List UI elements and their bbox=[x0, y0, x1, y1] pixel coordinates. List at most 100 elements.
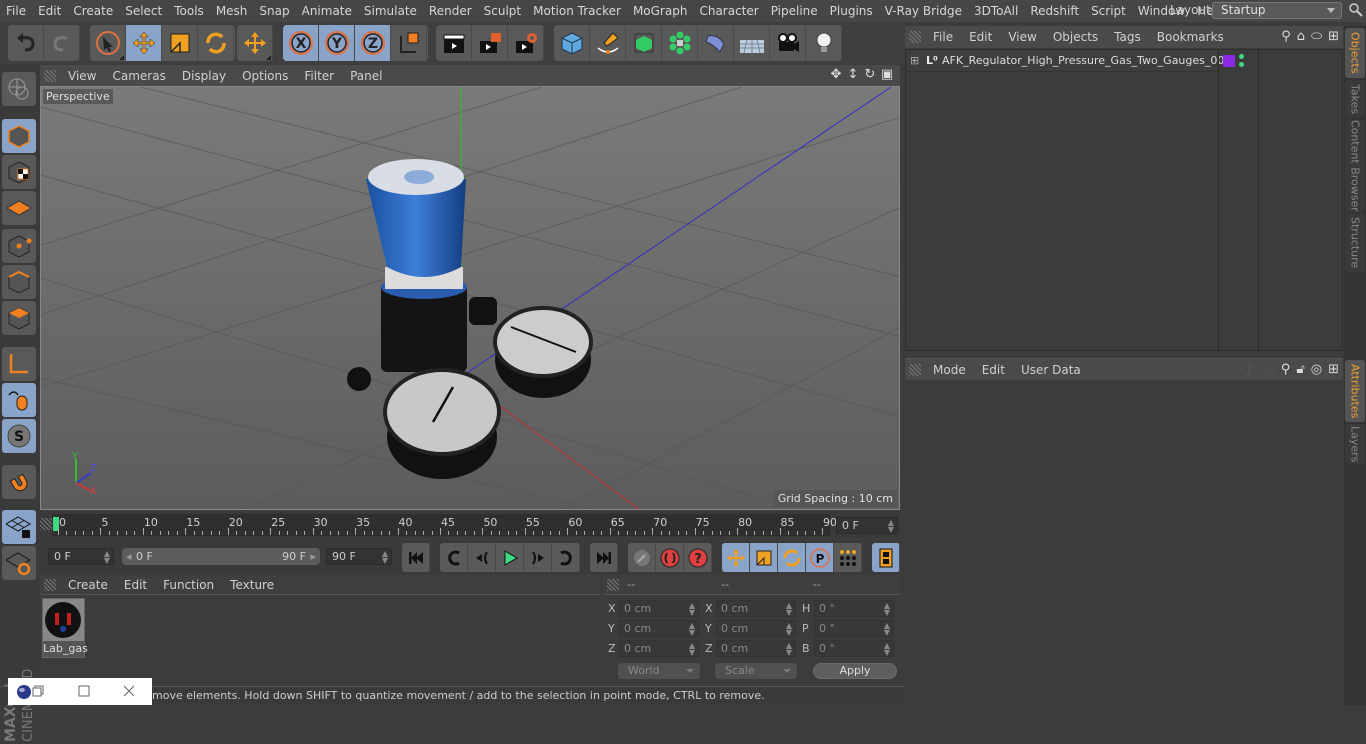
menu-3dtoall[interactable]: 3DToAll bbox=[968, 4, 1024, 18]
edges-mode-button[interactable] bbox=[2, 265, 36, 299]
live-selection-button[interactable] bbox=[90, 25, 126, 61]
menu-file[interactable]: File bbox=[0, 4, 32, 18]
expand-icon[interactable]: ⊞ bbox=[910, 50, 919, 72]
model-mode-button[interactable] bbox=[2, 119, 36, 153]
viewport-menu-panel[interactable]: Panel bbox=[342, 69, 390, 83]
new-panel-icon[interactable]: ⊞ bbox=[1328, 362, 1339, 377]
undo-button[interactable] bbox=[8, 25, 44, 61]
tab-takes[interactable]: Takes bbox=[1345, 80, 1365, 118]
pan-icon[interactable]: ✥ bbox=[829, 68, 843, 82]
timeline-ruler[interactable]: 0 5 10 15 20 25 30 35 40 45 50 55 60 65 70 75 80 85 90 bbox=[52, 514, 837, 536]
panel-grip[interactable] bbox=[44, 69, 56, 82]
spinner-icon[interactable]: ▲ ▼ bbox=[104, 550, 110, 565]
spinner-icon[interactable]: ▲ ▼ bbox=[884, 622, 890, 637]
menu-mograph[interactable]: MoGraph bbox=[627, 4, 694, 18]
viewport-menu-options[interactable]: Options bbox=[234, 69, 296, 83]
render-settings-button[interactable] bbox=[508, 25, 544, 61]
menu-plugins[interactable]: Plugins bbox=[824, 4, 879, 18]
search-icon[interactable]: ⚲ bbox=[1281, 29, 1291, 44]
lock-icon[interactable]: 🔓︎ bbox=[1296, 362, 1304, 377]
cube-button[interactable] bbox=[554, 25, 590, 61]
spinner-icon[interactable]: ▲ ▼ bbox=[786, 642, 792, 657]
key-pla-button[interactable] bbox=[834, 543, 862, 572]
current-frame-field[interactable]: 0 F ▲ ▼ bbox=[836, 517, 898, 534]
home-icon[interactable]: ⌂ bbox=[1297, 29, 1305, 44]
spinner-icon[interactable]: ▲ ▼ bbox=[689, 622, 695, 637]
rot-h-field[interactable]: 0 ° ▲ ▼ bbox=[814, 600, 894, 617]
y-axis-lock-button[interactable]: Y bbox=[319, 25, 355, 61]
up-arrow-icon[interactable]: △ bbox=[1265, 362, 1275, 377]
maximize-view-icon[interactable]: ▣ bbox=[880, 68, 894, 82]
search-icon[interactable]: ⚲ bbox=[1281, 362, 1291, 377]
timeline-window-button[interactable] bbox=[872, 543, 900, 572]
restore-icon[interactable] bbox=[32, 685, 44, 697]
camera-button[interactable] bbox=[770, 25, 806, 61]
workplane-align-button[interactable] bbox=[2, 546, 36, 580]
menu-edit[interactable]: Edit bbox=[32, 4, 67, 18]
pos-y-field[interactable]: 0 cm ▲ ▼ bbox=[619, 620, 699, 637]
key-rotation-button[interactable] bbox=[778, 543, 806, 572]
pos-x-field[interactable]: 0 cm ▲ ▼ bbox=[619, 600, 699, 617]
search-icon[interactable] bbox=[1349, 3, 1363, 17]
dolly-icon[interactable]: ↕ bbox=[846, 68, 860, 82]
editor-visibility-dot[interactable] bbox=[1239, 54, 1244, 59]
object-menu-tags[interactable]: Tags bbox=[1106, 30, 1149, 44]
floor-button[interactable] bbox=[734, 25, 770, 61]
z-axis-lock-button[interactable]: Z bbox=[355, 25, 391, 61]
panel-grip[interactable] bbox=[909, 363, 921, 376]
material-item[interactable]: Lab_gas bbox=[42, 598, 88, 658]
render-visibility-dot[interactable] bbox=[1239, 62, 1244, 67]
material-menu-function[interactable]: Function bbox=[155, 578, 222, 592]
record-keys-button[interactable] bbox=[628, 543, 656, 572]
size-mode-dropdown[interactable]: Scale bbox=[715, 663, 797, 679]
render-picture-viewer-button[interactable] bbox=[472, 25, 508, 61]
object-menu-bookmarks[interactable]: Bookmarks bbox=[1149, 30, 1232, 44]
object-menu-edit[interactable]: Edit bbox=[961, 30, 1000, 44]
spinner-icon[interactable]: ▲ ▼ bbox=[786, 602, 792, 617]
workplane-mode-button[interactable] bbox=[2, 191, 36, 225]
attr-menu-user-data[interactable]: User Data bbox=[1013, 363, 1089, 377]
tab-content-browser[interactable]: Content Browser bbox=[1345, 120, 1365, 212]
attr-menu-edit[interactable]: Edit bbox=[974, 363, 1013, 377]
spinner-icon[interactable]: ▲ ▼ bbox=[382, 550, 388, 565]
rot-p-field[interactable]: 0 ° ▲ ▼ bbox=[814, 620, 894, 637]
make-editable-button[interactable] bbox=[2, 72, 36, 106]
spinner-icon[interactable]: ▲ ▼ bbox=[884, 642, 890, 657]
cloner-button[interactable] bbox=[662, 25, 698, 61]
axis-mode-button[interactable] bbox=[2, 347, 36, 381]
panel-grip[interactable] bbox=[607, 579, 619, 591]
spinner-icon[interactable]: ▲ ▼ bbox=[888, 519, 894, 534]
prev-key-button[interactable] bbox=[440, 543, 468, 572]
menu-motion-tracker[interactable]: Motion Tracker bbox=[527, 4, 627, 18]
object-menu-objects[interactable]: Objects bbox=[1045, 30, 1106, 44]
menu-select[interactable]: Select bbox=[119, 4, 168, 18]
material-menu-texture[interactable]: Texture bbox=[222, 578, 282, 592]
goto-end-button[interactable] bbox=[590, 543, 618, 572]
menu-animate[interactable]: Animate bbox=[296, 4, 358, 18]
spinner-icon[interactable]: ▲ ▼ bbox=[786, 622, 792, 637]
viewport-menu-filter[interactable]: Filter bbox=[296, 69, 342, 83]
viewport-menu-cameras[interactable]: Cameras bbox=[104, 69, 173, 83]
menu-mesh[interactable]: Mesh bbox=[210, 4, 254, 18]
panel-grip[interactable] bbox=[40, 518, 52, 530]
rotate-button[interactable] bbox=[198, 25, 234, 61]
material-menu-edit[interactable]: Edit bbox=[116, 578, 155, 592]
panel-grip[interactable] bbox=[909, 31, 921, 43]
deformer-button[interactable] bbox=[698, 25, 734, 61]
maximize-icon[interactable] bbox=[78, 685, 90, 697]
new-panel-icon[interactable]: ⊞ bbox=[1328, 29, 1339, 44]
tab-objects[interactable]: Objects bbox=[1345, 28, 1365, 78]
menu-redshift[interactable]: Redshift bbox=[1024, 4, 1085, 18]
layout-select[interactable]: Startup bbox=[1212, 2, 1342, 19]
close-icon[interactable] bbox=[123, 685, 135, 697]
menu-character[interactable]: Character bbox=[693, 4, 764, 18]
frame-range-slider[interactable]: ◂ 0 F 90 F ▸ bbox=[122, 548, 320, 565]
size-y-field[interactable]: 0 cm ▲ ▼ bbox=[716, 620, 796, 637]
key-position-button[interactable] bbox=[722, 543, 750, 572]
snap-button[interactable] bbox=[2, 465, 36, 499]
rot-b-field[interactable]: 0 ° ▲ ▼ bbox=[814, 640, 894, 657]
next-frame-button[interactable] bbox=[524, 543, 552, 572]
size-z-field[interactable]: 0 cm ▲ ▼ bbox=[716, 640, 796, 657]
menu-pipeline[interactable]: Pipeline bbox=[765, 4, 824, 18]
spinner-icon[interactable]: ▲ ▼ bbox=[884, 602, 890, 617]
